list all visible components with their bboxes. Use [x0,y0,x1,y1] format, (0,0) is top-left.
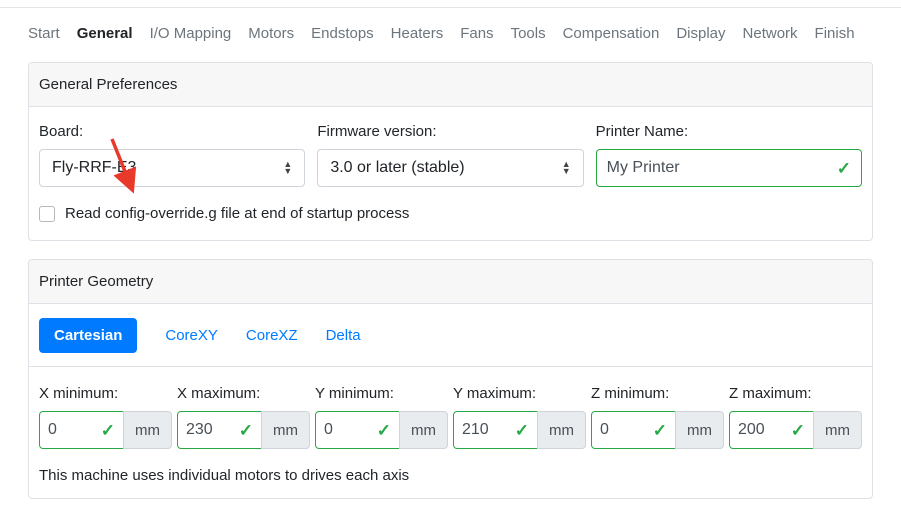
nav-item-motors[interactable]: Motors [248,25,294,42]
nav-item-compensation[interactable]: Compensation [563,25,660,42]
y-maximum-input[interactable] [462,421,515,439]
z-minimum-input-wrap: ✓ [591,411,676,449]
board-label: Board: [39,123,305,140]
select-arrows-icon: ▲ ▼ [562,161,571,175]
x-maximum-input[interactable] [186,421,239,439]
main-content: General Preferences Board: Fly-RRF-E3 ▲ … [0,62,901,499]
board-select-value: Fly-RRF-E3 [52,159,136,177]
printer-name-input[interactable] [607,159,837,177]
y-maximum-field: Y maximum: ✓ mm [453,385,586,449]
unit-addon: mm [123,411,172,449]
unit-addon: mm [813,411,862,449]
z-minimum-label: Z minimum: [591,385,724,402]
printer-name-input-wrap: ✓ [596,149,862,187]
nav-item-io-mapping[interactable]: I/O Mapping [150,25,232,42]
top-divider [0,0,901,8]
valid-check-icon: ✓ [101,422,115,439]
nav-item-network[interactable]: Network [743,25,798,42]
nav-item-fans[interactable]: Fans [460,25,493,42]
x-maximum-input-wrap: ✓ [177,411,262,449]
nav-item-finish[interactable]: Finish [815,25,855,42]
top-nav: Start General I/O Mapping Motors Endstop… [0,8,901,62]
geometry-tabs: Cartesian CoreXY CoreXZ Delta [29,304,872,367]
tab-delta[interactable]: Delta [326,327,361,344]
printer-name-field: Printer Name: ✓ [596,123,862,187]
y-minimum-input-wrap: ✓ [315,411,400,449]
x-minimum-input-wrap: ✓ [39,411,124,449]
x-minimum-field: X minimum: ✓ mm [39,385,172,449]
nav-item-endstops[interactable]: Endstops [311,25,374,42]
y-minimum-field: Y minimum: ✓ mm [315,385,448,449]
general-preferences-title: General Preferences [29,63,872,107]
valid-check-icon: ✓ [515,422,529,439]
valid-check-icon: ✓ [239,422,253,439]
unit-addon: mm [537,411,586,449]
printer-geometry-body: Cartesian CoreXY CoreXZ Delta X minimum:… [29,304,872,498]
nav-item-tools[interactable]: Tools [511,25,546,42]
x-minimum-input[interactable] [48,421,101,439]
geometry-fields: X minimum: ✓ mm X maximum: ✓ [29,367,872,449]
general-preferences-card: General Preferences Board: Fly-RRF-E3 ▲ … [28,62,873,241]
valid-check-icon: ✓ [791,422,805,439]
firmware-select[interactable]: 3.0 or later (stable) ▲ ▼ [317,149,583,187]
config-override-label[interactable]: Read config-override.g file at end of st… [65,205,409,222]
geometry-note: This machine uses individual motors to d… [29,449,872,498]
z-minimum-field: Z minimum: ✓ mm [591,385,724,449]
z-maximum-input-wrap: ✓ [729,411,814,449]
valid-check-icon: ✓ [653,422,667,439]
tab-corexz[interactable]: CoreXZ [246,327,298,344]
config-override-checkbox[interactable] [39,206,55,222]
select-arrows-icon: ▲ ▼ [283,161,292,175]
unit-addon: mm [261,411,310,449]
x-maximum-field: X maximum: ✓ mm [177,385,310,449]
printer-name-label: Printer Name: [596,123,862,140]
firmware-select-value: 3.0 or later (stable) [330,159,464,177]
board-field: Board: Fly-RRF-E3 ▲ ▼ [39,123,305,187]
valid-check-icon: ✓ [377,422,391,439]
z-maximum-label: Z maximum: [729,385,862,402]
firmware-field: Firmware version: 3.0 or later (stable) … [317,123,583,187]
config-override-row: Read config-override.g file at end of st… [39,205,862,222]
unit-addon: mm [399,411,448,449]
arrow-down-icon: ▼ [283,168,292,175]
tab-cartesian[interactable]: Cartesian [39,318,137,353]
x-minimum-label: X minimum: [39,385,172,402]
unit-addon: mm [675,411,724,449]
nav-item-start[interactable]: Start [28,25,60,42]
printer-geometry-card: Printer Geometry Cartesian CoreXY CoreXZ… [28,259,873,499]
nav-item-heaters[interactable]: Heaters [391,25,444,42]
y-maximum-input-wrap: ✓ [453,411,538,449]
y-minimum-input[interactable] [324,421,377,439]
z-minimum-input[interactable] [600,421,653,439]
z-maximum-field: Z maximum: ✓ mm [729,385,862,449]
general-preferences-body: Board: Fly-RRF-E3 ▲ ▼ Firmware version: … [29,107,872,240]
z-maximum-input[interactable] [738,421,791,439]
x-maximum-label: X maximum: [177,385,310,402]
printer-geometry-title: Printer Geometry [29,260,872,304]
firmware-label: Firmware version: [317,123,583,140]
board-select[interactable]: Fly-RRF-E3 ▲ ▼ [39,149,305,187]
y-maximum-label: Y maximum: [453,385,586,402]
arrow-down-icon: ▼ [562,168,571,175]
tab-corexy[interactable]: CoreXY [165,327,218,344]
y-minimum-label: Y minimum: [315,385,448,402]
nav-item-general[interactable]: General [77,25,133,42]
valid-check-icon: ✓ [837,160,851,177]
nav-item-display[interactable]: Display [676,25,725,42]
